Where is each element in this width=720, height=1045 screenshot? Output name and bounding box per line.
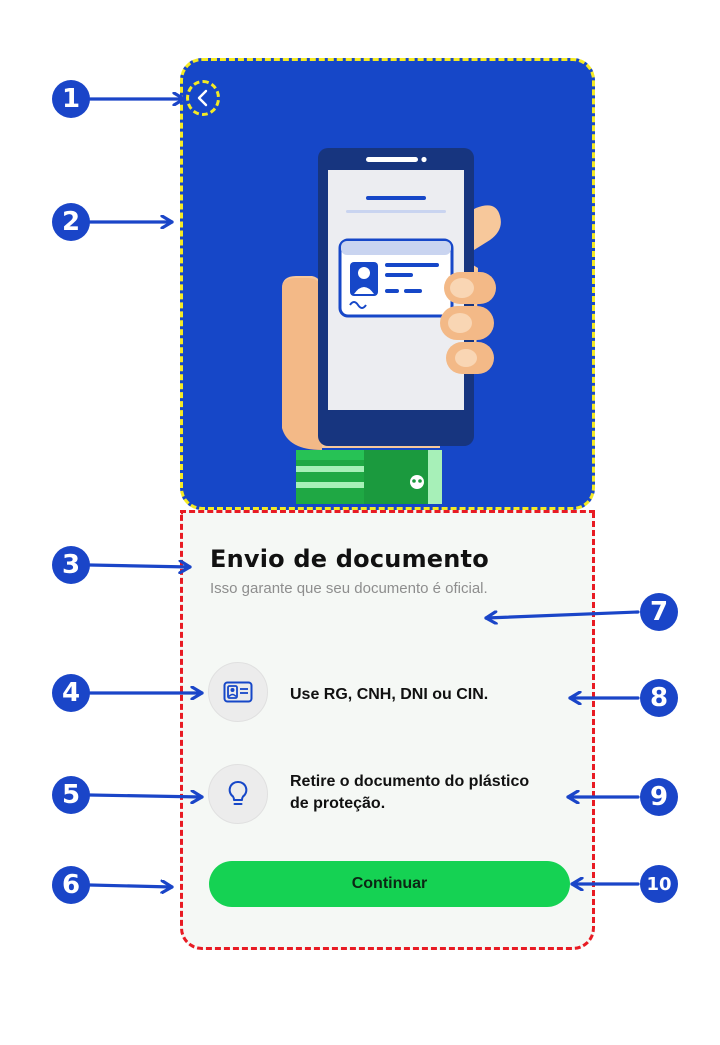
continue-button[interactable]: Continuar: [209, 861, 570, 907]
annotation-marker-10: 10: [640, 865, 678, 903]
annotation-marker-3: 3: [52, 546, 90, 584]
annotation-marker-8: 8: [640, 679, 678, 717]
back-button[interactable]: [186, 80, 220, 116]
annotation-marker-1: 1: [52, 80, 90, 118]
id-card-icon: [223, 681, 253, 703]
lightbulb-icon: [228, 781, 248, 805]
annotation-marker-7: 7: [640, 593, 678, 631]
annotation-marker-2: 2: [52, 203, 90, 241]
tip-document-types: Use RG, CNH, DNI ou CIN.: [290, 686, 489, 703]
page-title: Envio de documento: [210, 545, 489, 573]
tip-remove-plastic: Retire o documento do plástico de proteç…: [290, 773, 530, 812]
tip-icon-lightbulb: [208, 764, 268, 824]
tip-icon-id-card: [208, 662, 268, 722]
chevron-left-icon: [197, 89, 208, 107]
page-subtitle: Isso garante que seu documento é oficial…: [210, 580, 488, 597]
annotation-marker-4: 4: [52, 674, 90, 712]
hand-holding-phone-illustration: [282, 148, 501, 504]
annotation-marker-5: 5: [52, 776, 90, 814]
annotation-marker-6: 6: [52, 866, 90, 904]
annotation-marker-9: 9: [640, 778, 678, 816]
